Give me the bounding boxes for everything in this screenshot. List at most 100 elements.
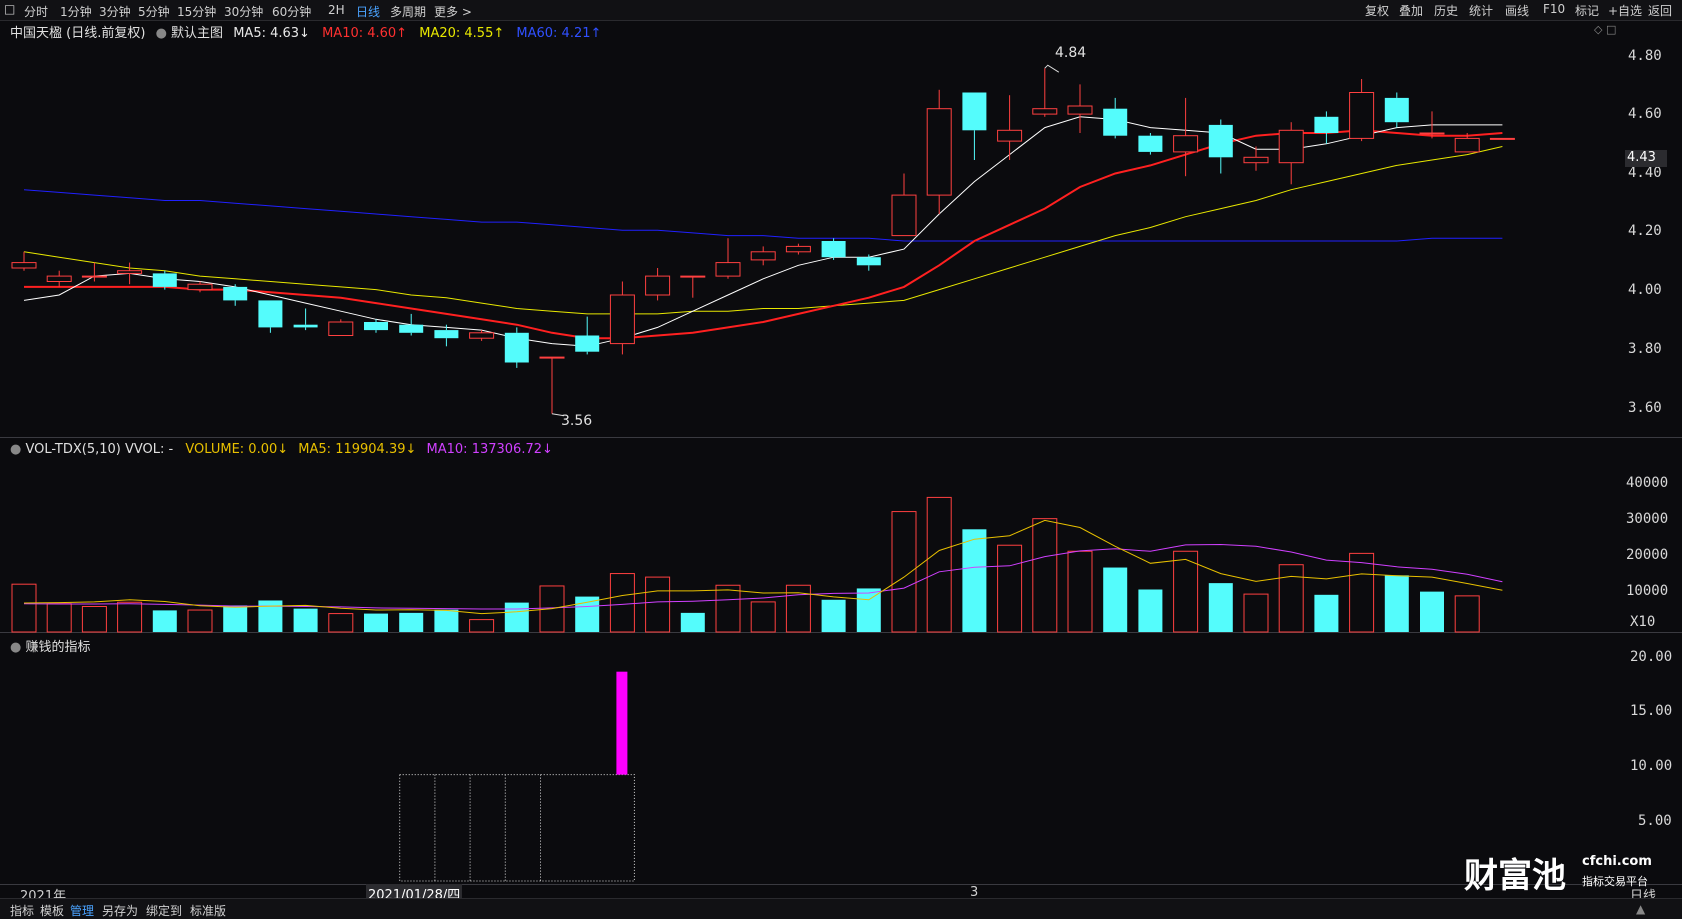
watermark-sub: 指标交易平台 <box>1582 875 1648 888</box>
candle-body <box>1243 156 1269 164</box>
volume-bar <box>1103 567 1128 632</box>
volume-bar <box>1173 550 1199 633</box>
candle-body <box>81 275 107 278</box>
candle-body <box>785 245 811 253</box>
volume-bar <box>645 576 671 633</box>
volume-ma5-line <box>23 519 1503 615</box>
candle-body <box>434 330 459 339</box>
candle-body <box>293 324 318 328</box>
volume-bar <box>1454 595 1480 633</box>
low-price-label: 3.56 <box>561 413 593 429</box>
volume-bar <box>715 584 741 633</box>
volume-bar <box>891 511 917 633</box>
volume-bar <box>1278 564 1304 633</box>
volume-bar <box>364 613 388 632</box>
volume-bar <box>434 609 459 632</box>
candle-body <box>1489 137 1515 140</box>
candle-body <box>1419 132 1445 135</box>
candle-body <box>1349 92 1375 139</box>
volume-panel <box>11 496 1503 633</box>
candle-body <box>1173 135 1199 153</box>
bottom-toolbar: 指标 模板 管理 另存为 绑定到 标准版 ▲ <box>0 898 1682 919</box>
candle-body <box>1278 129 1304 164</box>
volume-bar <box>680 612 705 632</box>
volume-bar <box>1067 550 1093 633</box>
volume-bar <box>293 608 318 632</box>
candle-body <box>469 332 495 339</box>
watermark-brand: 财富池 <box>1464 856 1566 896</box>
volume-bar <box>1032 518 1058 633</box>
candle-body <box>1384 97 1409 123</box>
candle-body <box>856 257 881 266</box>
volume-bar <box>258 600 283 632</box>
volume-bar <box>223 605 248 632</box>
volume-bar <box>399 612 424 632</box>
expand-icon[interactable]: ▲ <box>1636 902 1645 916</box>
price-panel <box>11 64 1515 417</box>
volume-ma10-line <box>23 543 1503 610</box>
indicator-menu[interactable]: 指标 <box>10 902 34 919</box>
volume-bar <box>997 544 1023 633</box>
kline-chart[interactable] <box>0 0 1682 918</box>
candle-body <box>258 300 283 328</box>
high-marker <box>1044 64 1060 73</box>
candle-body <box>680 275 706 278</box>
candle-body <box>187 283 213 291</box>
watermark-site: cfchi.com <box>1582 854 1652 869</box>
indicator-bar <box>616 671 628 775</box>
candle-body <box>750 251 776 261</box>
candle-body <box>504 332 529 363</box>
standard-edition-menu[interactable]: 标准版 <box>190 902 226 919</box>
candle-body <box>821 241 846 258</box>
volume-bar <box>1314 594 1339 632</box>
volume-bar <box>926 496 952 633</box>
candle-body <box>1103 108 1128 136</box>
volume-bar <box>1349 552 1375 633</box>
volume-bar <box>821 599 846 632</box>
candle-body <box>1208 124 1233 158</box>
volume-bar <box>152 610 177 632</box>
candle-body <box>609 294 635 345</box>
volume-bar <box>187 609 213 633</box>
candle-body <box>364 322 388 331</box>
indicator-panel <box>399 671 635 882</box>
candle-body <box>891 194 917 237</box>
template-menu[interactable]: 模板 <box>40 902 64 919</box>
volume-bar <box>750 601 776 633</box>
volume-bar <box>117 601 143 633</box>
candle-body <box>539 356 565 359</box>
bind-to-menu[interactable]: 绑定到 <box>146 902 182 919</box>
volume-bar <box>46 603 72 633</box>
volume-bar <box>504 602 529 632</box>
candle-body <box>1454 137 1480 153</box>
candle-body <box>223 286 248 301</box>
candle-body <box>1067 105 1093 115</box>
candle-body <box>117 270 143 274</box>
volume-bar <box>1138 589 1163 632</box>
volume-bar <box>469 619 495 633</box>
volume-bar <box>81 606 107 633</box>
candle-body <box>926 108 952 196</box>
candle-body <box>399 324 424 333</box>
volume-bar <box>1384 575 1409 632</box>
candle-body <box>715 262 741 277</box>
candle-body <box>1138 135 1163 152</box>
volume-bar <box>328 613 354 633</box>
high-price-label: 4.84 <box>1055 45 1087 61</box>
volume-bar <box>962 529 987 632</box>
candle-body <box>328 321 354 336</box>
volume-bar <box>1208 583 1233 632</box>
candle-body <box>152 273 177 287</box>
candle-body <box>1032 108 1058 115</box>
candle-body <box>11 262 37 269</box>
volume-bar <box>609 573 635 633</box>
save-as-menu[interactable]: 另存为 <box>102 902 138 919</box>
candle-body <box>46 275 72 283</box>
candle-body <box>1314 116 1339 133</box>
candle-body <box>997 129 1023 142</box>
candle-body <box>575 335 600 352</box>
manage-menu[interactable]: 管理 <box>70 902 94 919</box>
volume-bar <box>1243 593 1269 633</box>
volume-bar <box>1420 591 1444 632</box>
candle-body <box>645 275 671 296</box>
